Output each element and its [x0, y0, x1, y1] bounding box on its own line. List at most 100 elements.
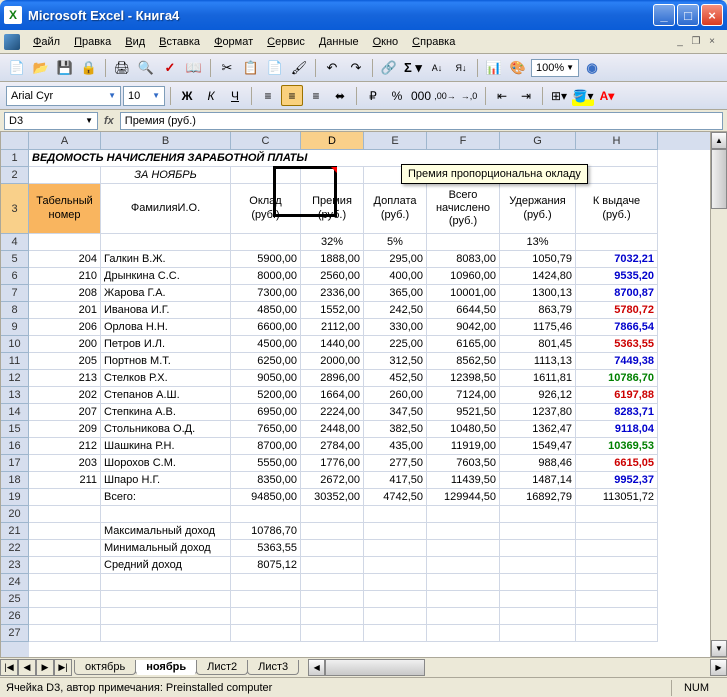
cell[interactable]: 5900,00 [231, 251, 301, 268]
cell[interactable]: 2000,00 [301, 353, 364, 370]
zoom-combo[interactable]: 100% ▼ [531, 59, 579, 77]
menu-item[interactable]: Сервис [260, 34, 312, 50]
fill-color-button[interactable]: 🪣▾ [572, 85, 594, 106]
menu-item[interactable]: Вставка [152, 34, 207, 50]
fx-button[interactable]: fx [104, 115, 114, 127]
row-header[interactable]: 19 [1, 489, 29, 506]
cell[interactable]: Удержания (руб.) [500, 184, 576, 234]
row-header[interactable]: 14 [1, 404, 29, 421]
cell[interactable]: 1113,13 [500, 353, 576, 370]
cell[interactable]: Портнов М.Т. [101, 353, 231, 370]
cell[interactable]: 1424,80 [500, 268, 576, 285]
cell[interactable] [29, 506, 101, 523]
cell[interactable] [500, 591, 576, 608]
cell[interactable]: 801,45 [500, 336, 576, 353]
cell[interactable]: 6600,00 [231, 319, 301, 336]
cell[interactable] [364, 523, 427, 540]
cell[interactable] [576, 523, 658, 540]
cut-button[interactable]: ✂ [216, 57, 238, 79]
row-header[interactable]: 2 [1, 167, 29, 184]
row-header[interactable]: 22 [1, 540, 29, 557]
cell[interactable] [29, 574, 101, 591]
sort-asc-button[interactable]: А↓ [426, 57, 448, 79]
row-header[interactable]: 6 [1, 268, 29, 285]
cell[interactable]: 1050,79 [500, 251, 576, 268]
merge-center-button[interactable]: ⬌ [329, 85, 351, 106]
cell[interactable] [427, 523, 500, 540]
cell[interactable]: 260,00 [364, 387, 427, 404]
cell[interactable]: Всего: [101, 489, 231, 506]
sheet-tab[interactable]: октябрь [74, 660, 136, 675]
cells-area[interactable]: ВЕДОМОСТЬ НАЧИСЛЕНИЯ ЗАРАБОТНОЙ ПЛАТЫЗА … [29, 150, 710, 657]
fontsize-combo[interactable]: 10 ▼ [123, 86, 165, 106]
cell[interactable]: 11919,00 [427, 438, 500, 455]
cell[interactable]: 202 [29, 387, 101, 404]
cell[interactable]: 1237,80 [500, 404, 576, 421]
cell[interactable]: 209 [29, 421, 101, 438]
row-header[interactable]: 18 [1, 472, 29, 489]
worksheet-grid[interactable]: ABCDEFGH 1234567891011121314151617181920… [0, 132, 727, 657]
preview-button[interactable]: 🔍 [135, 57, 157, 79]
cell[interactable]: Шашкина Р.Н. [101, 438, 231, 455]
cell[interactable] [427, 540, 500, 557]
cell[interactable]: Шорохов С.М. [101, 455, 231, 472]
row-header[interactable]: 27 [1, 625, 29, 642]
cell[interactable]: 2784,00 [301, 438, 364, 455]
doc-close-button[interactable]: × [705, 35, 719, 49]
cell[interactable]: 5363,55 [576, 336, 658, 353]
cell[interactable]: 200 [29, 336, 101, 353]
cell[interactable] [500, 625, 576, 642]
cell[interactable]: 7300,00 [231, 285, 301, 302]
column-header[interactable]: B [101, 132, 231, 150]
doc-icon[interactable] [4, 34, 20, 50]
cell[interactable]: 211 [29, 472, 101, 489]
cell[interactable] [101, 591, 231, 608]
cell[interactable] [576, 608, 658, 625]
cell[interactable]: 113051,72 [576, 489, 658, 506]
cell[interactable]: 8075,12 [231, 557, 301, 574]
cell[interactable]: 330,00 [364, 319, 427, 336]
cell[interactable]: 207 [29, 404, 101, 421]
scroll-down-button[interactable]: ▼ [711, 640, 727, 657]
hyperlink-button[interactable]: 🔗 [378, 57, 400, 79]
cell[interactable]: 417,50 [364, 472, 427, 489]
align-center-button[interactable]: ≡ [281, 85, 303, 106]
cell[interactable]: 12398,50 [427, 370, 500, 387]
cell[interactable] [101, 625, 231, 642]
cell[interactable]: 5200,00 [231, 387, 301, 404]
cell[interactable] [301, 506, 364, 523]
cell[interactable] [301, 574, 364, 591]
cell[interactable]: 2672,00 [301, 472, 364, 489]
cell[interactable]: Степкина А.В. [101, 404, 231, 421]
cell[interactable]: Стольникова О.Д. [101, 421, 231, 438]
cell[interactable] [29, 540, 101, 557]
cell[interactable]: 9118,04 [576, 421, 658, 438]
cell[interactable]: 9050,00 [231, 370, 301, 387]
cell[interactable] [101, 574, 231, 591]
cell[interactable]: Иванова И.Г. [101, 302, 231, 319]
cell[interactable]: 8700,87 [576, 285, 658, 302]
column-header[interactable]: A [29, 132, 101, 150]
cell[interactable] [576, 234, 658, 251]
close-button[interactable]: × [701, 4, 723, 26]
row-header[interactable]: 4 [1, 234, 29, 251]
cell[interactable]: 4850,00 [231, 302, 301, 319]
cell[interactable]: 6197,88 [576, 387, 658, 404]
drawing-button[interactable]: 🎨 [507, 57, 529, 79]
cell[interactable]: 10001,00 [427, 285, 500, 302]
scroll-left-button[interactable]: ◀ [308, 659, 325, 676]
increase-indent-button[interactable]: ⇥ [515, 85, 537, 106]
cell[interactable]: 382,50 [364, 421, 427, 438]
formula-input[interactable]: Премия (руб.) [120, 112, 723, 130]
cell[interactable] [301, 625, 364, 642]
doc-restore-button[interactable]: ❐ [689, 35, 703, 49]
cell[interactable] [301, 557, 364, 574]
row-header[interactable]: 3 [1, 184, 29, 234]
row-header[interactable]: 11 [1, 353, 29, 370]
cell[interactable] [576, 591, 658, 608]
row-header[interactable]: 16 [1, 438, 29, 455]
cell[interactable] [500, 523, 576, 540]
cell[interactable]: 13% [500, 234, 576, 251]
cell[interactable]: 8283,71 [576, 404, 658, 421]
help-button[interactable]: ◉ [581, 57, 603, 79]
